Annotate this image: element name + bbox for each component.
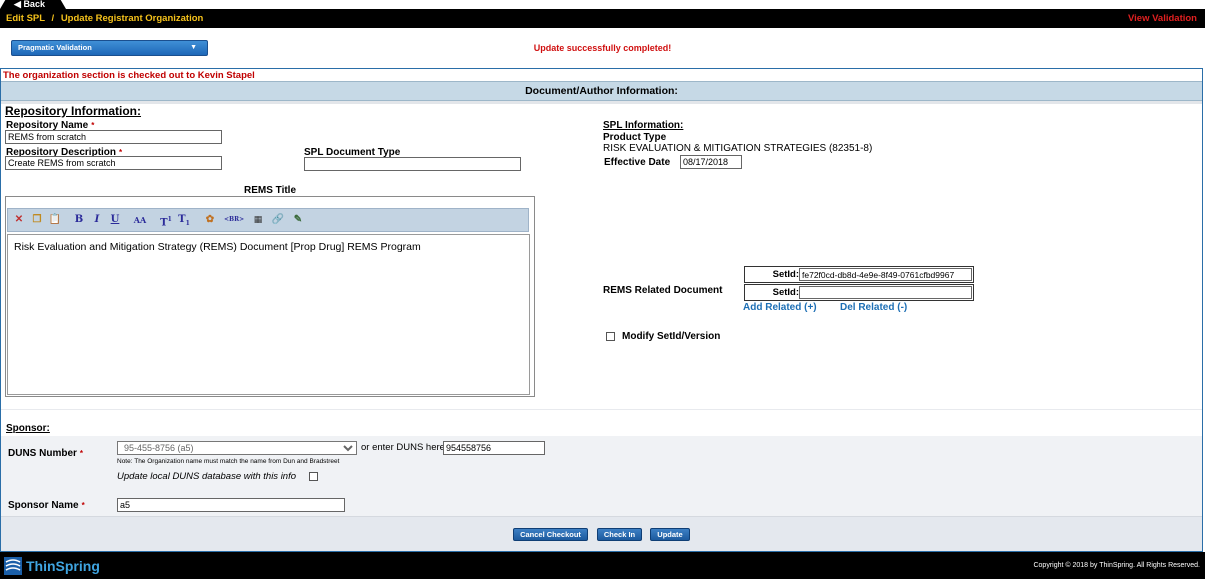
header-bar: Edit SPL / Update Registrant Organizatio…: [0, 9, 1205, 28]
update-button[interactable]: Update: [650, 528, 690, 541]
subscript-icon[interactable]: T1: [176, 212, 192, 228]
effective-date-label: Effective Date: [604, 157, 671, 168]
setid-row-2: SetId:: [744, 284, 974, 301]
update-local-duns-checkbox[interactable]: [309, 472, 318, 481]
required-mark: *: [81, 501, 85, 510]
modify-setid-label: Modify SetId/Version: [622, 331, 721, 342]
copy-icon[interactable]: ❐: [29, 212, 45, 228]
update-local-duns-label: Update local DUNS database with this inf…: [117, 471, 297, 482]
required-mark: *: [79, 449, 84, 458]
duns-note: Note: The Organization name must match t…: [117, 458, 340, 465]
duns-select[interactable]: 95-455-8756 (a5): [117, 441, 357, 455]
footer-brand: ThinSpring: [26, 558, 100, 574]
back-button[interactable]: ◀ Back: [0, 0, 66, 9]
line-break-icon[interactable]: <BR>: [224, 212, 244, 228]
rems-title-editor-body[interactable]: Risk Evaluation and Mitigation Strategy …: [7, 234, 530, 395]
effective-date-input[interactable]: [680, 155, 742, 169]
thinspring-logo-icon: [4, 557, 22, 575]
setid-input-2[interactable]: [799, 286, 972, 299]
sponsor-divider: [1, 409, 1202, 410]
checkout-message: The organization section is checked out …: [3, 70, 255, 81]
spl-information-heading: SPL Information:: [603, 120, 684, 131]
success-message: Update successfully completed!: [533, 43, 672, 53]
link-icon[interactable]: 🔗: [270, 212, 286, 228]
editor-toolbar: ✕ ❐ 📋 B I U AA T1 T1 ✿ <BR> ▦ 🔗 ✎: [7, 208, 529, 232]
product-type-value: RISK EVALUATION & MITIGATION STRATEGIES …: [603, 143, 873, 154]
setid-row-1: SetId:: [744, 266, 974, 283]
edit-icon[interactable]: ✎: [290, 212, 306, 228]
check-in-button[interactable]: Check In: [597, 528, 642, 541]
back-label: Back: [23, 0, 45, 9]
breadcrumb-separator: /: [51, 13, 55, 24]
sponsor-name-label: Sponsor Name *: [8, 500, 85, 511]
top-strip: [0, 0, 1205, 9]
product-type-label: Product Type: [603, 132, 667, 143]
paste-icon[interactable]: 📋: [47, 212, 63, 228]
required-mark: *: [91, 121, 95, 130]
breadcrumb-current: Update Registrant Organization: [60, 13, 204, 24]
footer: ThinSpring Copyright © 2018 by ThinSprin…: [0, 552, 1205, 579]
sponsor-name-label-text: Sponsor Name: [8, 500, 79, 511]
bold-icon[interactable]: B: [71, 212, 87, 228]
sponsor-name-input[interactable]: [117, 498, 345, 512]
table-icon[interactable]: ▦: [250, 212, 266, 228]
back-arrow-icon: ◀: [14, 0, 21, 9]
cut-icon[interactable]: ✕: [11, 212, 27, 228]
duns-number-label-text: DUNS Number: [8, 448, 77, 459]
underline-icon[interactable]: U: [107, 212, 123, 228]
setid-label: SetId:: [772, 269, 799, 280]
breadcrumb: Edit SPL / Update Registrant Organizatio…: [6, 9, 203, 28]
repository-heading: Repository Information:: [5, 104, 142, 118]
duns-enter-label: or enter DUNS here:: [361, 442, 448, 453]
add-related-link[interactable]: Add Related (+): [743, 302, 817, 313]
duns-enter-input[interactable]: [443, 441, 545, 455]
font-size-icon[interactable]: AA: [132, 212, 148, 228]
modify-setid-checkbox[interactable]: [606, 332, 615, 341]
section-title-bar: Document/Author Information:: [1, 81, 1202, 101]
spl-document-type-input[interactable]: [304, 157, 521, 171]
setid-input-1[interactable]: [799, 268, 972, 281]
special-char-icon[interactable]: ✿: [202, 212, 218, 228]
repository-description-input[interactable]: [5, 156, 222, 170]
cancel-checkout-button[interactable]: Cancel Checkout: [513, 528, 588, 541]
copyright-text: Copyright © 2018 by ThinSpring. All Righ…: [1033, 562, 1200, 569]
breadcrumb-edit-spl[interactable]: Edit SPL: [6, 13, 45, 24]
rems-title-label: REMS Title: [243, 185, 297, 196]
sponsor-heading: Sponsor:: [6, 423, 50, 434]
section-divider: [1, 101, 1202, 104]
italic-icon[interactable]: I: [89, 212, 105, 228]
del-related-link[interactable]: Del Related (-): [840, 302, 907, 313]
repository-name-input[interactable]: [5, 130, 222, 144]
duns-number-label: DUNS Number *: [8, 448, 83, 459]
setid-label: SetId:: [772, 287, 799, 298]
view-validation-link[interactable]: View Validation: [1128, 9, 1197, 28]
rems-related-document-label: REMS Related Document: [603, 285, 723, 296]
superscript-icon[interactable]: T1: [158, 212, 174, 228]
rems-title-content: Risk Evaluation and Mitigation Strategy …: [14, 241, 421, 253]
